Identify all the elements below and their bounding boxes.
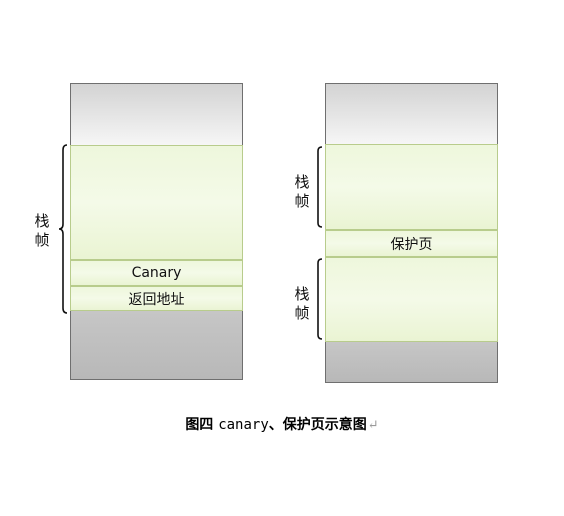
left-stack-canary: Canary <box>70 260 243 286</box>
right-stack-upper-frame <box>325 144 498 230</box>
return-address-label: 返回地址 <box>128 291 185 308</box>
guard-page-label: 保护页 <box>390 236 433 253</box>
right-upper-frame-brace <box>317 146 323 228</box>
canary-label: Canary <box>131 265 182 281</box>
right-stack-bottom-region <box>325 342 498 383</box>
caption-keyword: canary <box>218 417 269 433</box>
left-frame-label: 栈帧 <box>34 212 50 249</box>
right-lower-frame-label: 栈帧 <box>294 285 310 322</box>
right-upper-frame-label: 栈帧 <box>294 173 310 210</box>
figure-caption: 图四 canary、保护页示意图↵ <box>0 414 564 434</box>
left-stack-return-address: 返回地址 <box>70 286 243 311</box>
right-stack-lower-frame <box>325 257 498 342</box>
right-stack-top-region <box>325 83 498 144</box>
left-stack-top-region <box>70 83 243 145</box>
right-lower-frame-brace <box>317 258 323 340</box>
left-frame-brace <box>58 144 68 314</box>
right-stack-guard-page: 保护页 <box>325 230 498 257</box>
left-stack-bottom-region <box>70 311 243 380</box>
caption-suffix: 、保护页示意图 <box>268 417 367 433</box>
left-stack-frame-body <box>70 145 243 260</box>
paragraph-mark-icon: ↵ <box>367 418 379 433</box>
caption-prefix: 图四 <box>185 417 219 433</box>
